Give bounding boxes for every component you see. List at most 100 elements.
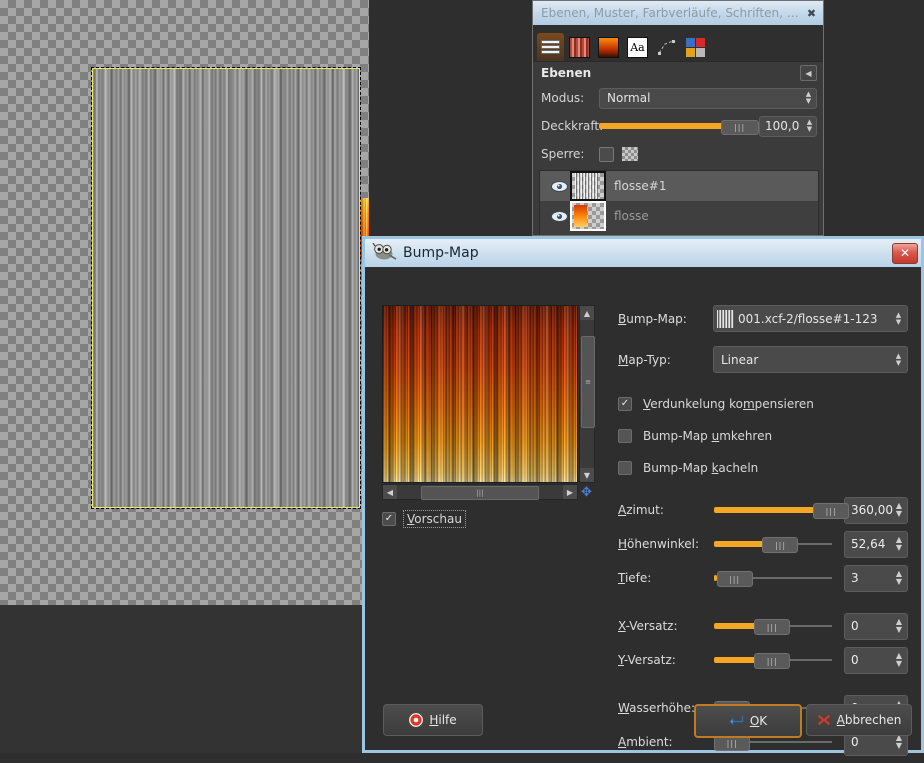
opacity-value-field[interactable]: 100,0 ▲ ▼ [759,115,817,137]
layers-section-header: Ebenen ◀ [533,62,823,84]
azimut-value-field[interactable]: 360,00 ▲ ▼ [844,496,908,524]
tiefe-value-field[interactable]: 3 ▲ ▼ [844,564,908,592]
tile-bumpmap-checkbox[interactable] [618,461,632,475]
chevron-left-icon[interactable]: ◀ [383,485,397,499]
invert-bumpmap-row[interactable]: Bump-Map umkehren [618,429,908,443]
chevron-updown-icon[interactable]: ▲▼ [893,536,905,552]
y-versatz-value: 0 [851,653,859,667]
canvas-layer-flosse1 [92,68,360,508]
lock-row: Sperre: [533,140,823,168]
chevron-updown-icon[interactable]: ▲▼ [893,570,905,586]
opacity-value: 100,0 [765,119,800,133]
eye-icon[interactable] [546,210,572,222]
tile-bumpmap-label: Bump-Map kacheln [643,461,759,475]
azimut-slider[interactable]: ||| [714,503,850,519]
dock-titlebar[interactable]: Ebenen, Muster, Farbverläufe, Schriften,… [533,1,823,25]
compensate-darkening-checkbox[interactable]: ✓ [618,397,632,411]
layer-name: flosse [614,209,649,223]
opacity-label: Deckkraft: [541,119,604,133]
dock-tabstrip: Aa [533,25,823,62]
chevron-updown-icon[interactable]: ▲▼ [804,119,815,134]
preview-toggle-row[interactable]: ✓ Vorschau [382,510,466,528]
y-versatz-label: Y-Versatz: [618,653,676,667]
hoehenwinkel-slider-knob[interactable]: ||| [762,537,799,553]
map-type-value: Linear [721,352,759,367]
azimut-label: Azimut: [618,503,664,517]
layers-list[interactable]: flosse#1 flosse [539,170,819,235]
image-canvas[interactable] [0,0,369,753]
scrollbar-thumb[interactable]: ||| [421,486,539,500]
section-title: Ebenen [541,66,592,80]
help-button[interactable]: Hilfe [383,704,483,736]
fonts-tab[interactable]: Aa [624,33,651,61]
opacity-slider-knob[interactable]: ||| [720,120,759,135]
lock-pixels-checkbox[interactable] [599,146,614,162]
preview-image[interactable] [382,305,578,483]
chevron-updown-icon[interactable]: ▲▼ [893,652,905,668]
chevron-updown-icon[interactable]: ▲▼ [893,311,904,326]
x-versatz-slider-knob[interactable]: ||| [754,619,791,635]
preview-label: Vorschau [403,510,466,528]
x-versatz-label: X-Versatz: [618,619,678,633]
lock-alpha-icon[interactable] [622,147,638,161]
cancel-x-icon [817,713,831,727]
chevron-up-icon[interactable]: ▲ [580,306,594,320]
dock-title: Ebenen, Muster, Farbverläufe, Schriften,… [541,6,804,20]
compensate-darkening-row[interactable]: ✓ Verdunkelung kompensieren [618,397,908,411]
layer-thumbnail [570,171,606,201]
azimut-value: 360,00 [851,503,893,517]
y-versatz-slider-knob[interactable]: ||| [754,653,791,669]
x-versatz-value-field[interactable]: 0 ▲ ▼ [844,612,908,640]
close-icon[interactable]: ✖ [804,6,819,20]
map-type-label: Map-Typ: [618,352,671,367]
preview-checkbox[interactable]: ✓ [382,512,396,526]
azimut-slider-knob[interactable]: ||| [813,503,850,519]
pan-navigator-icon[interactable]: ✥ [579,485,594,500]
bump-map-titlebar[interactable]: Bump-Map ✕ [365,239,921,267]
collapse-icon[interactable]: ◀ [800,65,817,81]
paths-tab[interactable] [653,33,680,61]
preview-panel[interactable]: ▲ ≡ ▼ ◀ ||| ▶ ✥ [382,305,595,500]
opacity-row: Deckkraft: ||| 100,0 ▲ ▼ [533,112,823,140]
pattern-icon [569,36,590,58]
invert-bumpmap-checkbox[interactable] [618,429,632,443]
chevron-updown-icon[interactable]: ▲▼ [893,352,904,367]
bump-map-select[interactable]: 001.xcf-2/flosse#1-123 ▲ ▼ [713,305,908,332]
layers-tab[interactable] [537,33,564,61]
x-versatz-slider[interactable]: ||| [714,619,832,635]
tiefe-slider-knob[interactable]: ||| [716,571,753,587]
palettes-tab[interactable] [682,33,709,61]
preview-vertical-scrollbar[interactable]: ▲ ≡ ▼ [579,305,595,483]
hoehenwinkel-value-field[interactable]: 52,64 ▲ ▼ [844,530,908,558]
ok-button[interactable]: OK [694,704,802,738]
cancel-button[interactable]: Abbrechen [806,704,912,736]
colors-icon [686,37,705,57]
layer-row-flosse[interactable]: flosse [540,201,818,231]
layer-row-flosse1[interactable]: flosse#1 [540,171,818,201]
opacity-slider[interactable]: ||| [599,120,759,135]
canvas-background [0,605,369,753]
y-versatz-value-field[interactable]: 0 ▲ ▼ [844,646,908,674]
preview-horizontal-scrollbar[interactable]: ◀ ||| ▶ [382,484,578,500]
scrollbar-thumb[interactable]: ≡ [581,336,595,428]
chevron-updown-icon[interactable]: ▲▼ [893,502,905,518]
hoehenwinkel-slider[interactable]: ||| [714,537,832,553]
wilber-icon [371,242,397,263]
tiefe-slider[interactable]: ||| [714,571,832,587]
bump-map-dialog[interactable]: Bump-Map ✕ ▲ ≡ ▼ ◀ ||| ▶ ✥ ✓ Vorschau Bu… [362,236,924,756]
layers-dock-window[interactable]: Ebenen, Muster, Farbverläufe, Schriften,… [532,0,824,236]
close-icon[interactable]: ✕ [892,242,918,264]
eye-icon[interactable] [546,180,572,192]
tiefe-value: 3 [851,571,859,585]
map-type-select[interactable]: Linear ▲ ▼ [713,346,908,373]
chevron-updown-icon[interactable]: ▲▼ [893,618,905,634]
layer-name: flosse#1 [614,179,667,193]
mode-label: Modus: [541,91,585,105]
chevron-down-icon[interactable]: ▼ [580,468,594,482]
mode-select[interactable]: Normal ▲ ▼ [599,87,817,109]
tile-bumpmap-row[interactable]: Bump-Map kacheln [618,461,908,475]
chevron-right-icon[interactable]: ▶ [563,485,577,499]
y-versatz-slider[interactable]: ||| [714,653,832,669]
patterns-tab[interactable] [566,33,593,61]
gradients-tab[interactable] [595,33,622,61]
